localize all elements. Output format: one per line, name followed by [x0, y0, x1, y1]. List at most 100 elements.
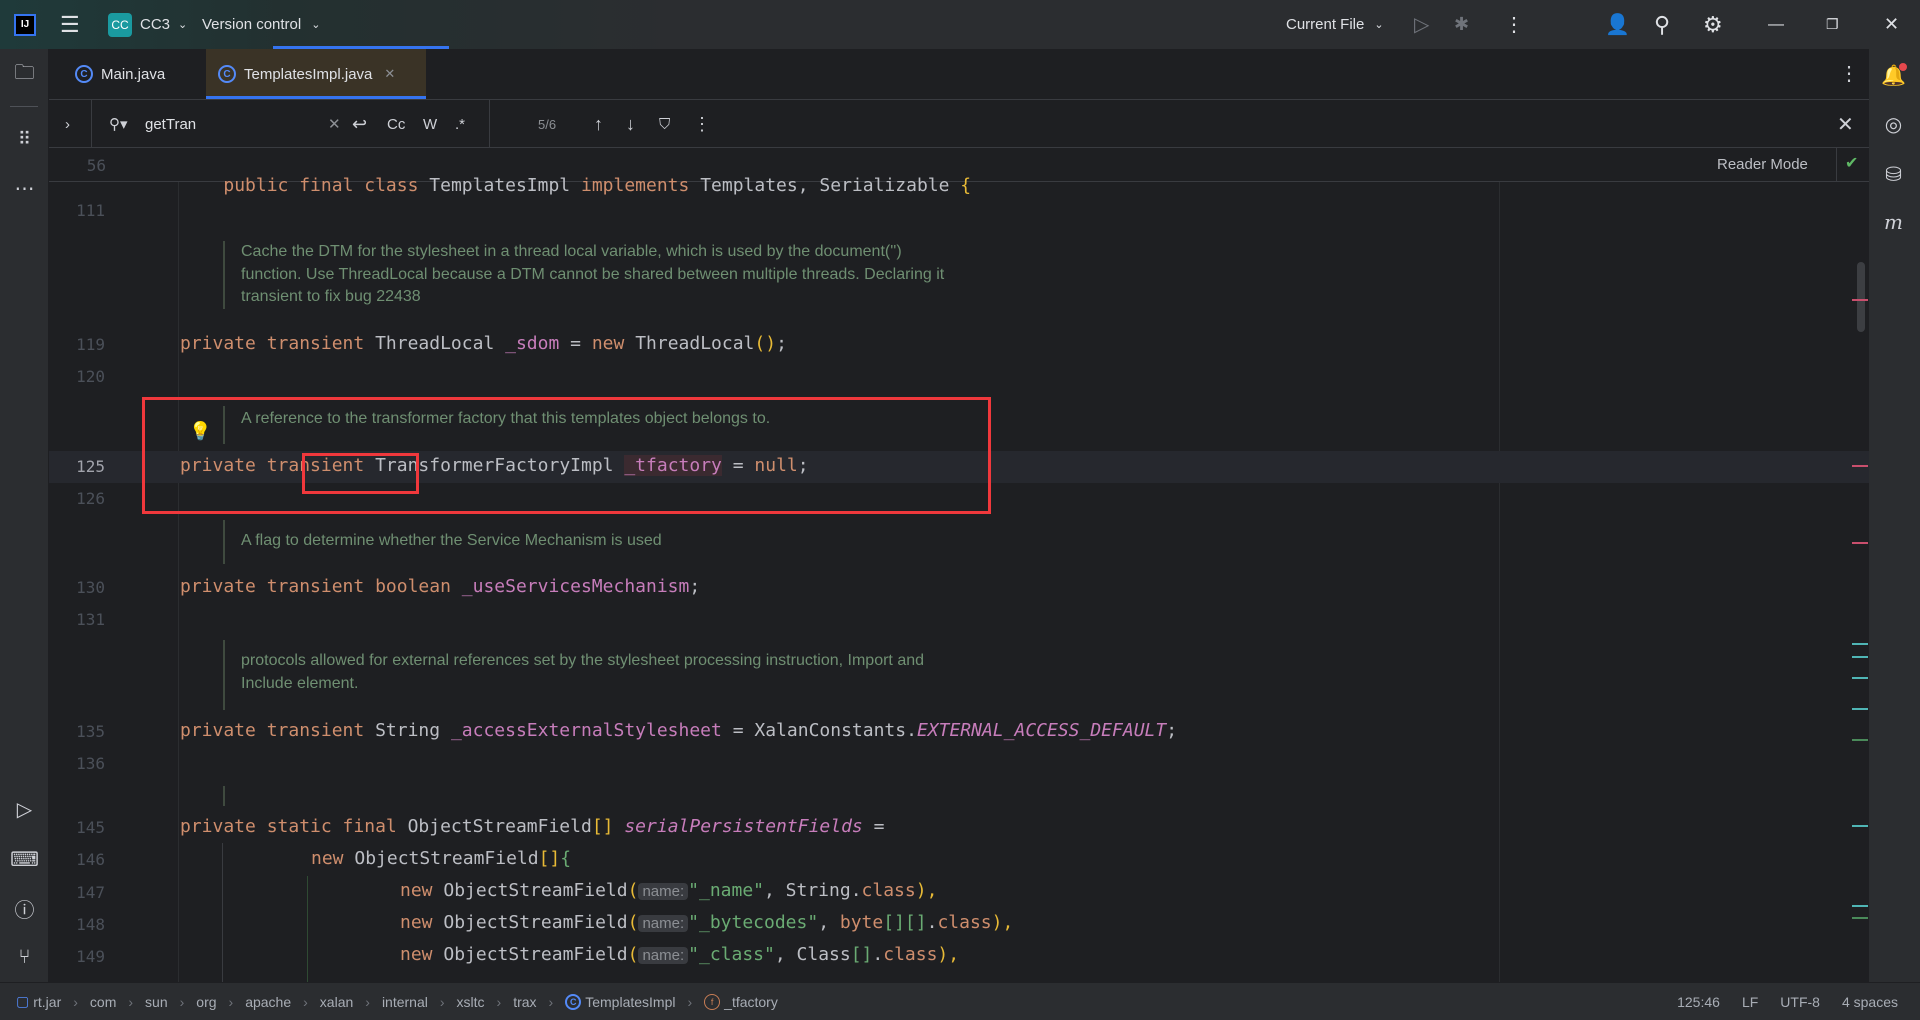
tab-main-java[interactable]: C Main.java: [63, 49, 177, 99]
search-stripe-mark[interactable]: [1852, 677, 1868, 679]
chevron-down-icon: ⌄: [1374, 19, 1384, 31]
project-badge: CC: [108, 12, 132, 37]
chevron-down-icon: ⌄: [311, 19, 321, 31]
structure-icon[interactable]: ⠿: [0, 124, 49, 154]
more-tools-icon[interactable]: ⋯: [0, 173, 49, 203]
breadcrumb-item[interactable]: xsltc: [457, 994, 485, 1010]
line-number: 56: [86, 156, 106, 175]
vertical-scrollbar[interactable]: [1857, 262, 1865, 332]
error-stripe-mark[interactable]: [1852, 542, 1868, 544]
search-input[interactable]: [145, 110, 325, 138]
doc-comment: protocols allowed for external reference…: [223, 640, 924, 710]
caret-position[interactable]: 125:46: [1677, 994, 1720, 1010]
file-encoding[interactable]: UTF-8: [1780, 994, 1820, 1010]
search-history-icon[interactable]: ⚲▾: [109, 100, 128, 148]
git-branch-icon[interactable]: ⑂: [0, 942, 49, 972]
line-separator[interactable]: LF: [1742, 994, 1758, 1010]
java-class-icon: C: [218, 65, 236, 83]
more-icon[interactable]: ⋮: [1504, 0, 1524, 49]
folder-icon[interactable]: 🗀: [0, 60, 49, 90]
next-match-icon[interactable]: ↓: [626, 100, 635, 148]
breadcrumb-item[interactable]: com: [90, 994, 116, 1010]
tab-label: Main.java: [101, 65, 166, 83]
breadcrumb-item[interactable]: trax: [513, 994, 536, 1010]
code-line: new ObjectStreamField(name: "_name", Stri…: [400, 880, 938, 901]
restore-icon[interactable]: ❐: [1826, 0, 1839, 49]
stripe-mark[interactable]: [1852, 917, 1868, 919]
line-number: 125: [76, 457, 105, 476]
line-number: 136: [76, 754, 105, 773]
code-line: new ObjectStreamField[]{: [311, 848, 572, 869]
search-stripe-mark[interactable]: [1852, 708, 1868, 710]
project-name: CC3: [140, 16, 171, 33]
close-search-icon[interactable]: ✕: [1837, 100, 1854, 148]
debug-icon[interactable]: ✱: [1454, 0, 1469, 49]
breadcrumb-item[interactable]: org: [196, 994, 216, 1010]
breadcrumb-item[interactable]: internal: [382, 994, 428, 1010]
tab-options-icon[interactable]: ⋮: [1839, 61, 1859, 86]
words-toggle[interactable]: W: [423, 100, 437, 148]
line-number: 149: [76, 947, 105, 966]
database-icon[interactable]: ⛁: [1869, 159, 1918, 189]
indent-setting[interactable]: 4 spaces: [1842, 994, 1898, 1010]
doc-comment: [223, 786, 225, 806]
title-bar: IJ ☰ CC CC3 ⌄ Version control ⌄ Current …: [0, 0, 1920, 49]
code-editor[interactable]: 111 Cache the DTM for the stylesheet in …: [49, 182, 1869, 982]
match-case-toggle[interactable]: Cc: [387, 100, 405, 148]
breadcrumb-item[interactable]: apache: [245, 994, 291, 1010]
search-icon[interactable]: ⚲: [1654, 0, 1670, 49]
search-stripe-mark[interactable]: [1852, 905, 1868, 907]
run-icon[interactable]: ▷: [1414, 0, 1429, 49]
close-tab-icon[interactable]: ✕: [384, 66, 395, 82]
search-stripe-mark[interactable]: [1852, 656, 1868, 658]
tab-label: TemplatesImpl.java: [244, 65, 373, 83]
previous-match-icon[interactable]: ↑: [594, 100, 603, 148]
main-menu-icon[interactable]: ☰: [60, 0, 80, 49]
run-config-selector[interactable]: Current File ⌄: [1286, 0, 1384, 49]
highlight-box: [142, 397, 991, 514]
clear-search-icon[interactable]: ✕: [328, 100, 341, 148]
regex-toggle[interactable]: .*: [455, 100, 465, 148]
line-number: 126: [76, 489, 105, 508]
search-stripe-mark[interactable]: [1852, 825, 1868, 827]
code-line: new ObjectStreamField(name: "_bytecodes",…: [400, 912, 1014, 933]
maven-icon[interactable]: m: [1869, 207, 1918, 237]
intellij-logo-icon[interactable]: IJ: [14, 0, 36, 49]
breadcrumb-item[interactable]: xalan: [320, 994, 353, 1010]
breadcrumb-item[interactable]: TemplatesImpl: [585, 994, 675, 1010]
notifications-icon[interactable]: 🔔: [1869, 60, 1918, 90]
tab-templatesimpl-java[interactable]: C TemplatesImpl.java ✕: [206, 49, 426, 99]
line-number: 145: [76, 818, 105, 837]
breadcrumb-item[interactable]: rt.jar: [33, 994, 61, 1010]
terminal-icon[interactable]: ⌨: [0, 844, 49, 874]
filter-icon[interactable]: ⛉: [659, 100, 670, 148]
add-user-icon[interactable]: 👤: [1605, 0, 1630, 49]
gear-icon[interactable]: ⚙: [1703, 0, 1723, 49]
code-line: private transient ThreadLocal _sdom = ne…: [180, 333, 787, 354]
line-number: 131: [76, 610, 105, 629]
project-selector[interactable]: CC CC3 ⌄: [108, 0, 187, 49]
new-line-icon[interactable]: ↩: [352, 100, 367, 148]
line-number: 146: [76, 850, 105, 869]
expand-replace-icon[interactable]: ›: [65, 100, 70, 148]
stripe-mark[interactable]: [1852, 739, 1868, 741]
close-window-icon[interactable]: ✕: [1884, 0, 1899, 49]
breadcrumb-item[interactable]: _tfactory: [724, 994, 778, 1010]
highlight-box-transient: [302, 453, 419, 494]
error-stripe-mark[interactable]: [1852, 465, 1868, 467]
problems-icon[interactable]: ⓘ: [0, 893, 49, 923]
more-search-options-icon[interactable]: ⋮: [693, 100, 711, 148]
vcs-selector[interactable]: Version control ⌄: [202, 0, 320, 49]
chevron-down-icon: ⌄: [178, 19, 188, 31]
breadcrumb-item[interactable]: sun: [145, 994, 168, 1010]
ai-assistant-icon[interactable]: ◎: [1869, 109, 1918, 139]
search-stripe-mark[interactable]: [1852, 643, 1868, 645]
services-icon[interactable]: ▷: [0, 794, 49, 824]
field-icon: f: [704, 993, 721, 1010]
reader-mode-button[interactable]: Reader Mode: [1717, 156, 1808, 173]
match-count: 5/6: [538, 116, 557, 132]
error-stripe-mark[interactable]: [1852, 299, 1868, 301]
line-number: 120: [76, 367, 105, 386]
right-tool-strip: 🔔 ◎ ⛁ m: [1869, 49, 1920, 982]
minimize-icon[interactable]: —: [1768, 0, 1784, 49]
